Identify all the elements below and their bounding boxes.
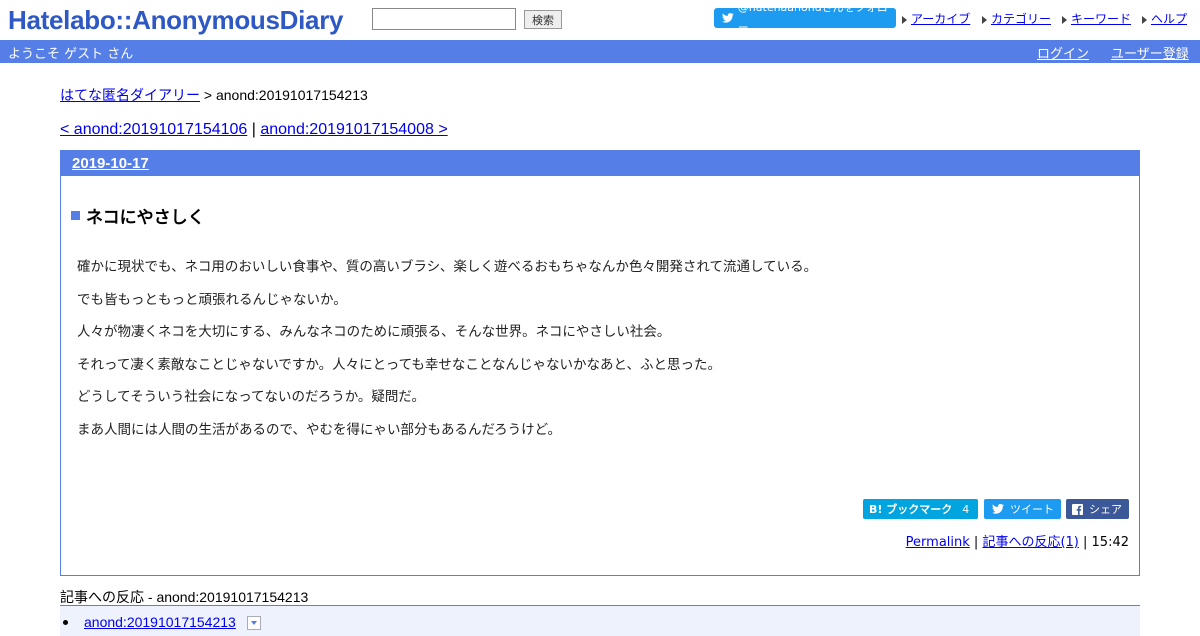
reaction-link[interactable]: anond:20191017154213	[84, 614, 236, 630]
login-link[interactable]: ログイン	[1037, 43, 1089, 62]
breadcrumb-separator: >	[200, 87, 216, 103]
permalink-link[interactable]: Permalink	[906, 535, 970, 550]
facebook-share-label: シェア	[1089, 503, 1122, 516]
twitter-bird-icon	[722, 13, 734, 23]
register-link[interactable]: ユーザー登録	[1111, 43, 1189, 62]
nav-category[interactable]: カテゴリー	[982, 10, 1051, 27]
arrow-icon	[982, 15, 987, 24]
entry-time: 15:42	[1091, 535, 1129, 550]
body-paragraph: どうしてそういう社会になってないのだろうか。疑問だ。	[77, 389, 426, 405]
breadcrumb-home-link[interactable]: はてな匿名ダイアリー	[60, 87, 200, 103]
day-section: 2019-10-17 ネコにやさしく 確かに現状でも、ネコ用のおいしい食事や、質…	[60, 150, 1140, 576]
reactions-link[interactable]: 記事への反応(1)	[982, 535, 1078, 550]
nav-category-link[interactable]: カテゴリー	[991, 12, 1051, 26]
breadcrumb: はてな匿名ダイアリー > anond:20191017154213	[60, 85, 368, 105]
site-logo[interactable]: Hatelabo::AnonymousDiary	[8, 4, 343, 36]
follow-label: @hatenaanondさんをフォロー	[737, 1, 888, 34]
facebook-share-button[interactable]: シェア	[1066, 499, 1129, 519]
arrow-icon	[1142, 15, 1147, 24]
breadcrumb-current: anond:20191017154213	[215, 87, 368, 103]
search-button[interactable]: 検索	[524, 10, 562, 29]
user-bar: ようこそ ゲスト さん ログイン ユーザー登録	[0, 40, 1200, 63]
body-paragraph: 人々が物凄くネコを大切にする、みんなネコのために頑張る、そんな世界。ネコにやさし…	[77, 324, 671, 340]
entry-footer: Permalink | 記事への反応(1) | 15:42	[906, 531, 1129, 550]
reactions-list: anond:20191017154213	[60, 605, 1140, 636]
arrow-icon	[902, 15, 907, 24]
nav-help-link[interactable]: ヘルプ	[1151, 12, 1187, 26]
body-paragraph: まあ人間には人間の生活があるので、やむを得にゃい部分もあるんだろうけど。	[77, 421, 561, 438]
entry-body: 確かに現状でも、ネコ用のおいしい食事や、質の高いブラシ、楽しく遊べるおもちゃなん…	[77, 251, 817, 446]
day-date-link[interactable]: 2019-10-17	[72, 155, 149, 172]
welcome-text: ようこそ ゲスト さん	[8, 47, 134, 62]
list-bullet	[63, 620, 68, 625]
square-bullet-icon[interactable]	[71, 211, 80, 220]
twitter-follow-button[interactable]: @hatenaanondさんをフォロー	[714, 1, 896, 34]
search-input[interactable]	[372, 8, 516, 30]
tweet-button[interactable]: ツイート	[984, 499, 1061, 519]
site-header: Hatelabo::AnonymousDiary 検索 @hatenaanond…	[0, 0, 1200, 40]
nav-archive-link[interactable]: アーカイブ	[911, 12, 970, 26]
body-paragraph: それって凄く素敵なことじゃないですか。人々にとっても幸せなことなんじゃないかなあ…	[77, 356, 721, 373]
twitter-bird-icon	[992, 504, 1004, 514]
nav-keyword-link[interactable]: キーワード	[1071, 12, 1131, 26]
next-entry-link[interactable]: anond:20191017154008 >	[260, 121, 447, 138]
hatena-bookmark-label: B! ブックマーク	[869, 503, 953, 516]
entry-title: ネコにやさしく	[71, 203, 205, 228]
footer-separator: |	[1078, 535, 1092, 550]
nav-help[interactable]: ヘルプ	[1142, 10, 1187, 27]
footer-separator: |	[969, 535, 983, 550]
pager-separator: |	[247, 121, 261, 138]
reactions-heading: 記事への反応 - anond:20191017154213	[60, 589, 309, 605]
body-paragraph: 確かに現状でも、ネコ用のおいしい食事や、質の高いブラシ、楽しく遊べるおもちゃなん…	[77, 259, 818, 275]
expand-toggle-icon[interactable]	[247, 616, 261, 630]
body-paragraph: でも皆もっともっと頑張れるんじゃないか。	[77, 291, 347, 308]
prev-entry-link[interactable]: < anond:20191017154106	[60, 121, 247, 138]
hatena-bookmark-button[interactable]: B! ブックマーク 4	[863, 499, 978, 519]
entry-title-text: ネコにやさしく	[86, 208, 205, 228]
nav-keyword[interactable]: キーワード	[1062, 10, 1131, 27]
arrow-icon	[1062, 15, 1067, 24]
day-header: 2019-10-17	[61, 151, 1139, 176]
facebook-icon	[1072, 503, 1083, 515]
nav-archive[interactable]: アーカイブ	[902, 10, 970, 27]
hatena-bookmark-count: 4	[962, 502, 970, 516]
entry-pager: < anond:20191017154106 | anond:201910171…	[60, 121, 448, 139]
tweet-label: ツイート	[1010, 503, 1054, 516]
